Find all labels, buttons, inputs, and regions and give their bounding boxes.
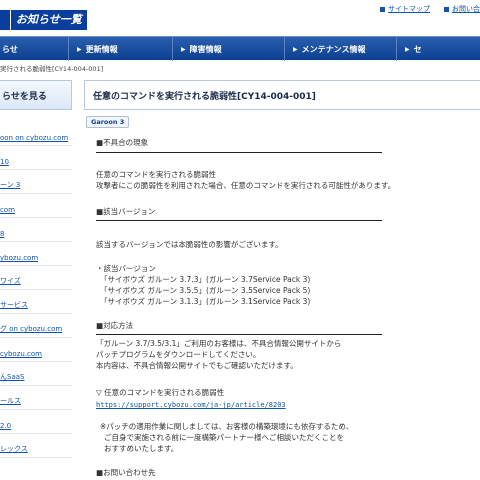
sidebar-item[interactable]: oon on cybozu.com	[0, 122, 72, 146]
site-logo[interactable]: お知らせ一覧	[0, 10, 87, 30]
top-links: サイトマップ お問い合	[380, 4, 480, 14]
arrow-right-icon: ▶	[181, 45, 186, 53]
square-bullet-icon	[380, 6, 385, 12]
versions-label: ・該当バージョン	[96, 264, 156, 273]
response-link-label: ▽ 任意のコマンドを実行される脆弱性	[96, 388, 225, 397]
nav-item-maintenance[interactable]: ▶ メンテナンス情報	[284, 37, 396, 61]
section-heading-symptom: ■不具合の現象	[96, 138, 149, 147]
main-content: 任意のコマンドを実行される脆弱性[CY14-004-001] Garoon 3 …	[84, 80, 480, 480]
section-divider	[96, 334, 382, 335]
sidebar-item[interactable]: ワイズ	[0, 266, 72, 290]
breadcrumb: 実行される脆弱性[CY14-004-001]	[0, 65, 104, 73]
sidebar-item[interactable]: ールス	[0, 386, 72, 410]
section-divider	[96, 152, 382, 153]
sidebar-item[interactable]: cybozu.com	[0, 338, 72, 362]
patch-note: おすすめいたします。	[104, 444, 179, 453]
sidebar-item[interactable]: 2.0	[0, 410, 72, 434]
arrow-right-icon: ▶	[77, 45, 82, 53]
symptom-line: 攻撃者にこの脆弱性を利用された場合、任意のコマンドを実行される可能性があります。	[96, 181, 396, 190]
square-bullet-icon	[444, 6, 449, 12]
article-title: 任意のコマンドを実行される脆弱性[CY14-004-001]	[84, 80, 480, 110]
response-line: 「ガルーン 3.7/3.5/3.1」ご利用のお客様は、不具合情報公開サイトから	[96, 339, 342, 348]
version-item: 「サイボウズ ガルーン 3.7.3」(ガルーン 3.7Service Pack …	[100, 275, 311, 284]
sidebar-item[interactable]: んSaaS	[0, 362, 72, 386]
support-article-link[interactable]: https://support.cybozu.com/ja-jp/article…	[96, 400, 286, 410]
response-line: パッチプログラムをダウンロードしてください。	[96, 350, 261, 359]
sidebar-item[interactable]: 10	[0, 146, 72, 170]
nav-item-notices[interactable]: らせ	[0, 37, 68, 61]
arrow-right-icon: ▶	[293, 45, 298, 53]
sidebar-item[interactable]: ybozu.com	[0, 242, 72, 266]
nav-item-failures[interactable]: ▶ 障害情報	[172, 37, 284, 61]
sidebar-item[interactable]: com	[0, 194, 72, 218]
logo-mark	[0, 10, 10, 30]
arrow-right-icon: ▶	[405, 45, 410, 53]
global-nav: らせ ▶ 更新情報 ▶ 障害情報 ▶ メンテナンス情報 ▶ セ	[0, 36, 480, 61]
sidebar-list: oon on cybozu.com 10 ーン 3 com 8 ybozu.co…	[0, 122, 72, 458]
version-item: 「サイボウズ ガルーン 3.1.3」(ガルーン 3.1Service Pack …	[100, 297, 311, 306]
patch-note: ※パッチの適用作業に関しましては、お客様の構築環境にも依存するため、	[100, 422, 354, 431]
sidebar-item[interactable]: グ on cybozu.com	[0, 314, 72, 338]
nav-item-security[interactable]: ▶ セ	[396, 37, 480, 61]
page-header-title: お知らせ一覧	[11, 10, 87, 30]
versions-intro: 該当するバージョンでは本脆弱性の影響がございます。	[96, 240, 283, 249]
product-badge: Garoon 3	[86, 116, 130, 128]
sidebar-item[interactable]: 8	[0, 218, 72, 242]
sidebar-heading: らせを見る	[0, 80, 72, 110]
symptom-line: 任意のコマンドを実行される脆弱性	[96, 170, 216, 179]
section-heading-response: ■対応方法	[96, 321, 134, 330]
nav-item-updates[interactable]: ▶ 更新情報	[68, 37, 172, 61]
section-divider	[96, 220, 382, 221]
contact-link[interactable]: お問い合	[444, 4, 480, 14]
sidebar-item[interactable]: レックス	[0, 434, 72, 458]
site-header: お知らせ一覧 サイトマップ お問い合	[0, 0, 480, 34]
version-item: 「サイボウズ ガルーン 3.5.5」(ガルーン 3.5Service Pack …	[100, 286, 311, 295]
sidebar-item[interactable]: サービス	[0, 290, 72, 314]
sidebar-item[interactable]: ーン 3	[0, 170, 72, 194]
sidebar: らせを見る oon on cybozu.com 10 ーン 3 com 8 yb…	[0, 80, 72, 480]
section-heading-versions: ■該当バージョン	[96, 207, 156, 216]
response-line: 本内容は、不具合情報公開サイトでもご確認いただけます。	[96, 361, 298, 370]
sitemap-link[interactable]: サイトマップ	[380, 4, 430, 14]
patch-note: ご自身で実施される前に一度構築パートナー様へご相談いただくことを	[104, 433, 344, 442]
section-heading-contact: ■お問い合わせ先	[96, 468, 156, 477]
